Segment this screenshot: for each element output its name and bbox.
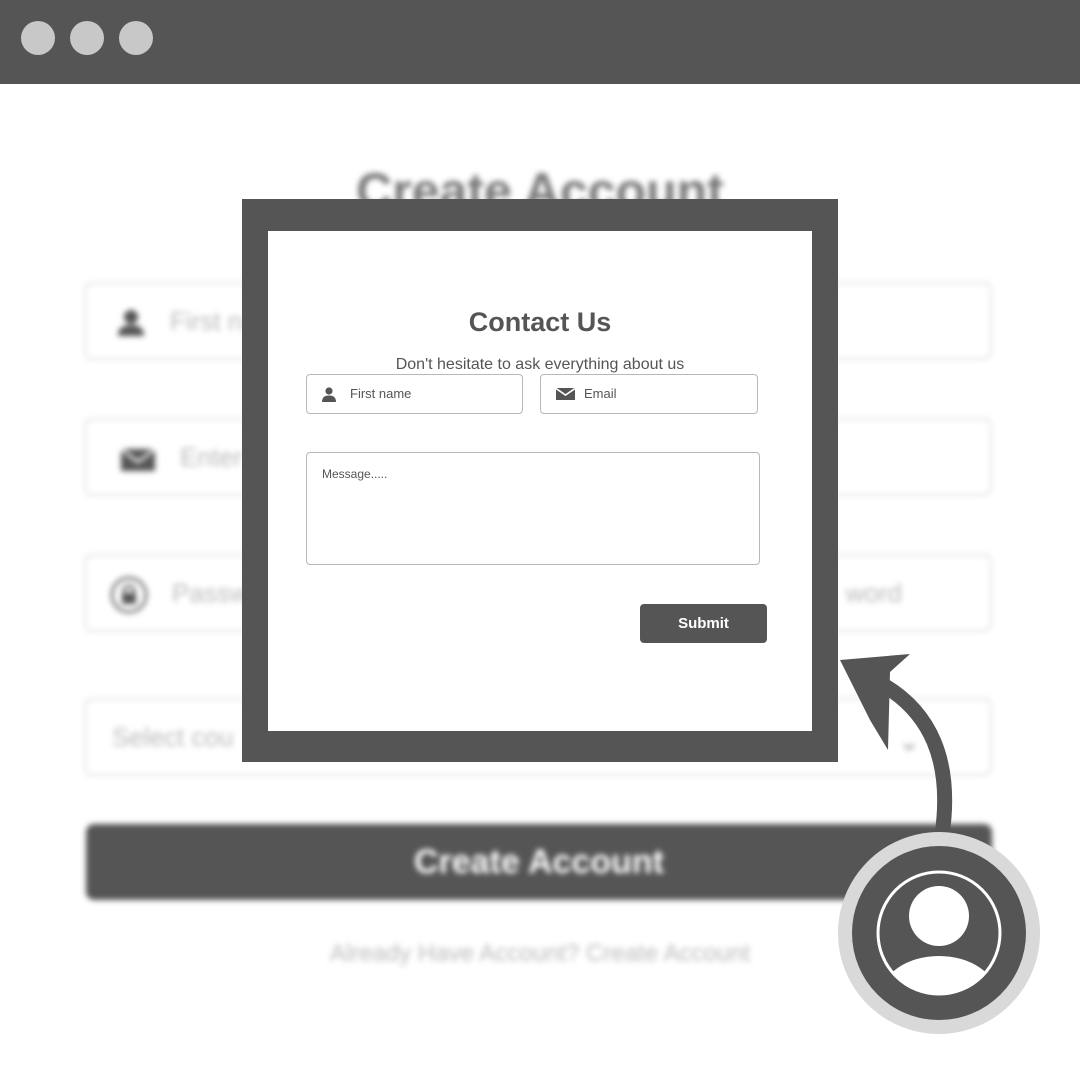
- background-country-placeholder: Select cou: [112, 722, 234, 752]
- avatar[interactable]: [838, 832, 1040, 1034]
- first-name-input[interactable]: First name: [306, 374, 523, 414]
- window-dot-close[interactable]: [21, 21, 55, 55]
- modal-title: Contact Us: [468, 307, 612, 337]
- submit-button[interactable]: Submit: [640, 604, 767, 643]
- mail-icon: [120, 448, 156, 471]
- window-dot-minimize[interactable]: [70, 21, 104, 55]
- avatar-inner: [852, 846, 1026, 1020]
- window-dot-maximize[interactable]: [119, 21, 153, 55]
- modal-subtitle: Don't hesitate to ask everything about u…: [395, 356, 685, 373]
- contact-modal-frame: Contact Us Don't hesitate to ask everyth…: [242, 199, 838, 762]
- user-icon: [118, 310, 144, 336]
- window-titlebar: [0, 0, 1080, 84]
- contact-modal: Contact Us Don't hesitate to ask everyth…: [268, 231, 812, 731]
- background-password-placeholder: Passw: [172, 578, 249, 608]
- email-placeholder: Email: [584, 386, 617, 401]
- email-input[interactable]: Email: [540, 374, 758, 414]
- user-icon: [322, 387, 336, 402]
- message-placeholder: Message.....: [322, 467, 388, 481]
- background-email-placeholder: Enter: [180, 442, 243, 472]
- background-first-name-placeholder: First n: [170, 306, 243, 336]
- message-textarea[interactable]: Message.....: [306, 452, 760, 565]
- mail-icon: [556, 388, 575, 400]
- user-circle-icon: [876, 870, 1002, 996]
- background-confirm-password-placeholder: word: [845, 578, 902, 608]
- first-name-placeholder: First name: [350, 386, 412, 401]
- lock-icon: [110, 576, 148, 614]
- curved-arrow-icon: [840, 654, 953, 843]
